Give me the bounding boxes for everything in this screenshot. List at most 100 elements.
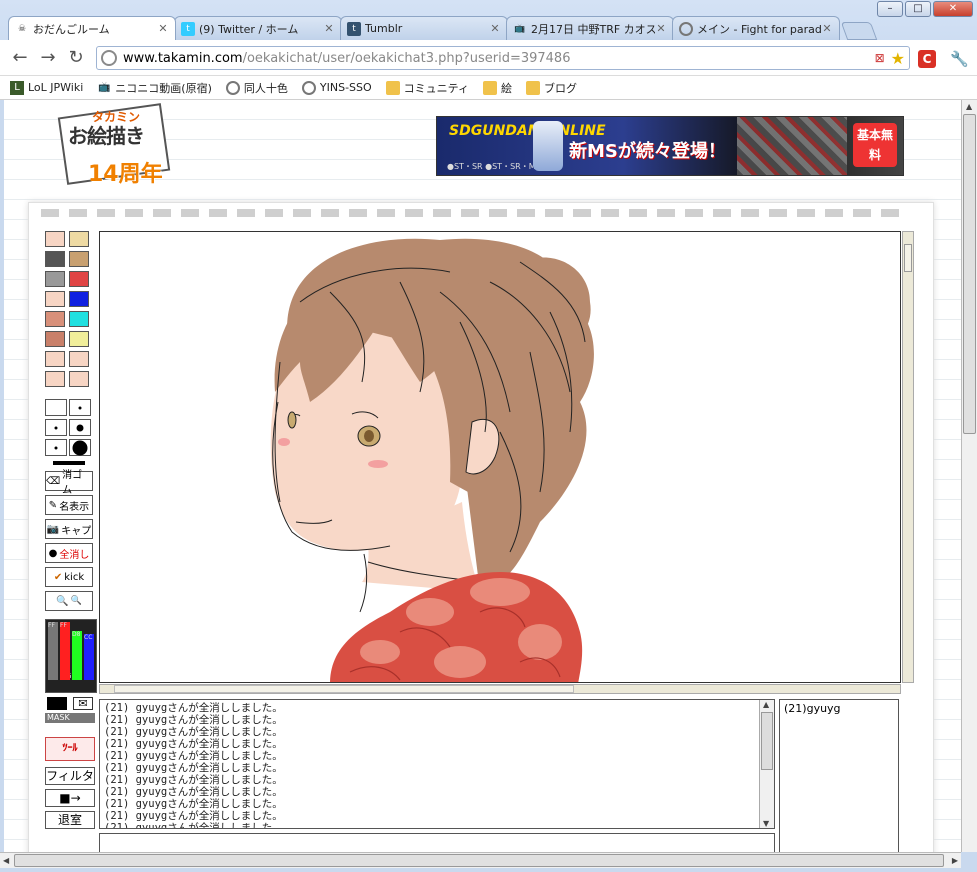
scroll-up-icon[interactable]: ▲ [763, 700, 769, 709]
arrow-button[interactable]: ■→ [45, 789, 95, 807]
wrench-icon[interactable]: 🔧 [950, 50, 969, 68]
brush-size-2[interactable] [69, 399, 91, 416]
scroll-right-icon[interactable]: ▶ [952, 856, 958, 865]
tab-tumblr[interactable]: t Tumblr ✕ [340, 16, 508, 40]
minimize-button[interactable]: – [877, 1, 903, 17]
tab-odango-room[interactable]: ☠ おだんごルーム ✕ [8, 16, 176, 40]
url-text[interactable]: www.takamin.com/oekakichat/user/oekakich… [123, 51, 875, 66]
kick-button[interactable]: ✔ kick [45, 567, 93, 587]
page-horizontal-scrollbar[interactable]: ◀ ▶ [0, 852, 961, 868]
ad-banner[interactable]: SDGUNDAM ONLINE ●ST・SR ●ST・SR・MBS 新MSが続々… [436, 116, 904, 176]
bookmark-lol-jpwiki[interactable]: L LoL JPWiki [10, 80, 83, 95]
color-level-bars[interactable]: ARGB FFFFD8CC [45, 619, 97, 693]
new-tab-button[interactable] [840, 22, 878, 40]
reload-icon[interactable]: ↻ [66, 48, 86, 68]
palette-swatch[interactable] [45, 291, 65, 307]
palette-swatch[interactable] [69, 231, 89, 247]
palette-swatch[interactable] [69, 251, 89, 267]
chat-input[interactable] [99, 833, 775, 852]
scroll-thumb[interactable] [761, 712, 773, 770]
scroll-thumb[interactable] [14, 854, 944, 867]
dash-segment [461, 209, 479, 217]
bookmark-yins-sso[interactable]: YINS-SSO [301, 80, 372, 95]
brush-size-3[interactable] [45, 419, 67, 436]
dash-segment [125, 209, 143, 217]
bookmark-blog[interactable]: ブログ [526, 80, 577, 96]
palette-swatch[interactable] [69, 351, 89, 367]
palette-swatch[interactable] [69, 271, 89, 287]
palette-swatch[interactable] [69, 291, 89, 307]
extension-c-icon[interactable]: C [918, 50, 936, 68]
palette-swatch[interactable] [45, 371, 65, 387]
close-icon[interactable]: ✕ [323, 22, 335, 35]
palette-swatch[interactable] [45, 311, 65, 327]
takamin-logo[interactable]: タカミン お絵描き 14周年 [57, 102, 178, 190]
dash-segment [181, 209, 199, 217]
brush-size-6[interactable] [69, 439, 91, 456]
dash-segment [573, 209, 591, 217]
close-window-button[interactable]: ✕ [933, 1, 973, 17]
tool-button[interactable]: ﾂｰﾙ [45, 737, 95, 761]
bookmark-community[interactable]: コミュニティ [385, 80, 469, 96]
zoom-button[interactable]: 🔍 🔍 [45, 591, 93, 611]
tv-icon: 📺 [98, 81, 111, 93]
chat-message: (21) gyuygさんが全消ししました。 [104, 738, 283, 750]
maximize-button[interactable]: □ [905, 1, 931, 17]
bookmark-niconico[interactable]: 📺 ニコニコ動画(原宿) [97, 80, 212, 96]
tab-strip: ☠ おだんごルーム ✕ t (9) Twitter / ホーム ✕ t Tumb… [8, 16, 878, 40]
tab-fight-for-paradise[interactable]: メイン - Fight for parad ✕ [672, 16, 840, 40]
palette-swatch[interactable] [45, 231, 65, 247]
palette-swatch[interactable] [69, 371, 89, 387]
canvas-vertical-scrollbar[interactable] [902, 231, 914, 683]
tab-twitter[interactable]: t (9) Twitter / ホーム ✕ [174, 16, 342, 40]
blocked-popup-icon[interactable]: ⊠ [875, 51, 885, 65]
scroll-thumb[interactable] [904, 244, 912, 272]
mask-color-swatch[interactable] [47, 697, 67, 710]
tab-trf[interactable]: 📺 2月17日 中野TRF カオス ✕ [506, 16, 674, 40]
chat-log[interactable]: (21) gyuygさんが全消ししました。 (21) gyuygさんが全消ししまし… [99, 699, 775, 829]
brush-size-4[interactable] [69, 419, 91, 436]
scroll-thumb[interactable] [963, 114, 976, 434]
brush-size-5[interactable] [45, 439, 67, 456]
eraser-icon: ⌫ [46, 475, 61, 487]
name-display-button[interactable]: ✎ 名表示 [45, 495, 93, 515]
scroll-thumb[interactable] [114, 685, 574, 693]
scroll-left-icon[interactable]: ◀ [3, 856, 9, 865]
bookmark-star-icon[interactable]: ★ [891, 49, 905, 68]
address-bar[interactable]: www.takamin.com/oekakichat/user/oekakich… [96, 46, 910, 70]
bookmark-label: YINS-SSO [319, 81, 372, 94]
palette-swatch[interactable] [69, 311, 89, 327]
scroll-up-icon[interactable]: ▲ [966, 102, 972, 111]
level-value: CC [84, 634, 93, 641]
close-icon[interactable]: ✕ [821, 22, 833, 35]
close-icon[interactable]: ✕ [655, 22, 667, 35]
bookmark-doujin[interactable]: 同人十色 [225, 80, 288, 96]
forward-arrow-icon[interactable]: → [38, 48, 58, 68]
palette-swatch[interactable] [45, 331, 65, 347]
drawing-canvas[interactable] [99, 231, 901, 683]
chat-scrollbar[interactable]: ▲ ▼ [759, 700, 774, 828]
page-vertical-scrollbar[interactable]: ▲ [961, 100, 977, 852]
capture-button[interactable]: 📷 キャプ [45, 519, 93, 539]
mail-icon[interactable]: ✉ [73, 697, 93, 710]
eraser-button[interactable]: ⌫ 消ゴム [45, 470, 93, 496]
clear-all-button[interactable]: ● 全消し [45, 543, 93, 563]
canvas-horizontal-scrollbar[interactable] [99, 684, 901, 694]
tumblr-icon: t [347, 21, 361, 36]
filter-button[interactable]: フィルタ [45, 767, 95, 785]
close-icon[interactable]: ✕ [157, 22, 169, 35]
scroll-down-icon[interactable]: ▼ [763, 819, 769, 828]
chat-message: (21) gyuygさんが全消ししました。 [104, 774, 283, 786]
brush-size-1[interactable] [45, 399, 67, 416]
chat-message: (21) gyuygさんが全消ししました。 [104, 810, 283, 822]
palette-swatch[interactable] [45, 351, 65, 367]
close-icon[interactable]: ✕ [489, 22, 501, 35]
user-list[interactable]: (21)gyuyg [779, 699, 899, 852]
palette-swatch[interactable] [45, 271, 65, 287]
bookmark-e[interactable]: 絵 [483, 80, 512, 96]
back-arrow-icon[interactable]: ← [10, 48, 30, 68]
user-list-item[interactable]: (21)gyuyg [784, 702, 894, 715]
exit-room-button[interactable]: 退室 [45, 811, 95, 829]
palette-swatch[interactable] [69, 331, 89, 347]
palette-swatch[interactable] [45, 251, 65, 267]
